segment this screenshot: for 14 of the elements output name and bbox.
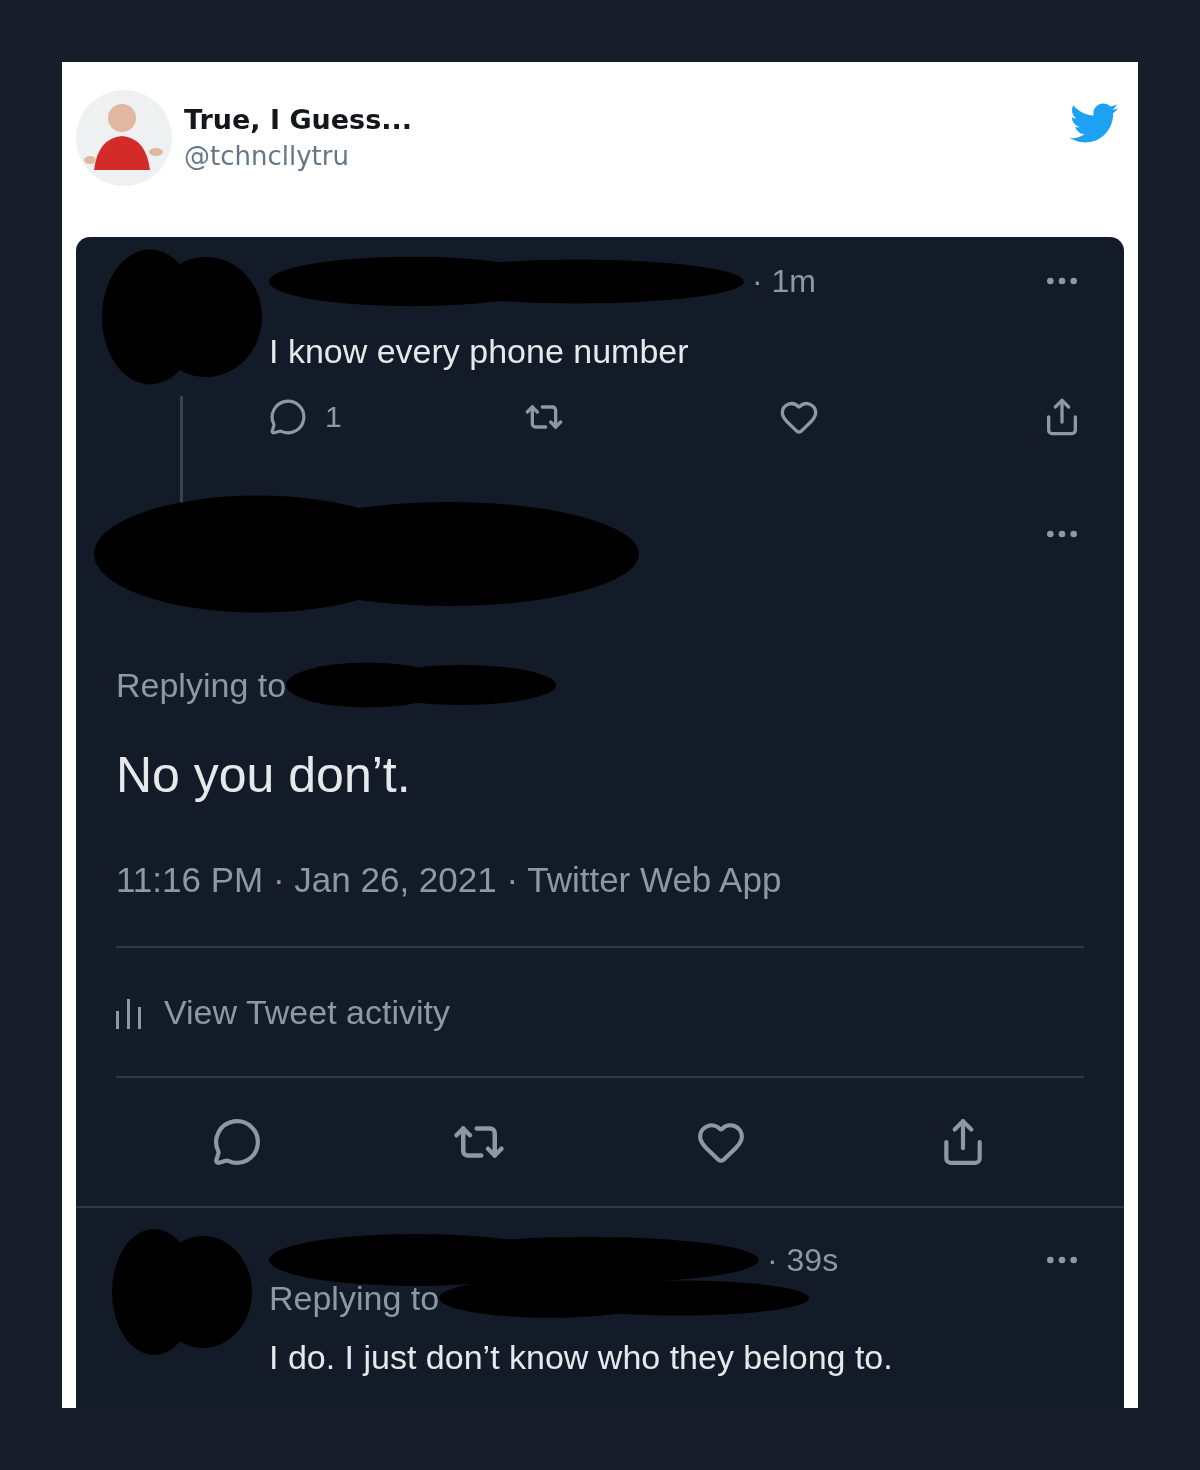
tweet-metadata: 11:16 PM · Jan 26, 2021 · Twitter Web App <box>116 860 782 900</box>
reply-icon[interactable] <box>269 398 307 436</box>
account-name: True, I Guess... <box>184 104 413 135</box>
replying-to-label: Replying to <box>269 1278 440 1318</box>
replying-to-label: Replying to <box>116 665 287 705</box>
tweet-time: · 1m <box>752 262 816 300</box>
view-activity-link[interactable]: View Tweet activity <box>116 992 450 1032</box>
tweet-time: · 39s <box>767 1241 839 1279</box>
account-handle: @tchncllytru <box>184 141 350 171</box>
reply-button[interactable] <box>212 1117 262 1167</box>
tweet-text: I know every phone number <box>269 331 689 371</box>
reply-count: 1 <box>325 400 342 434</box>
tweet-text: No you don’t. <box>116 746 411 804</box>
tweet-text: I do. I just don’t know who they belong to. <box>269 1337 893 1377</box>
